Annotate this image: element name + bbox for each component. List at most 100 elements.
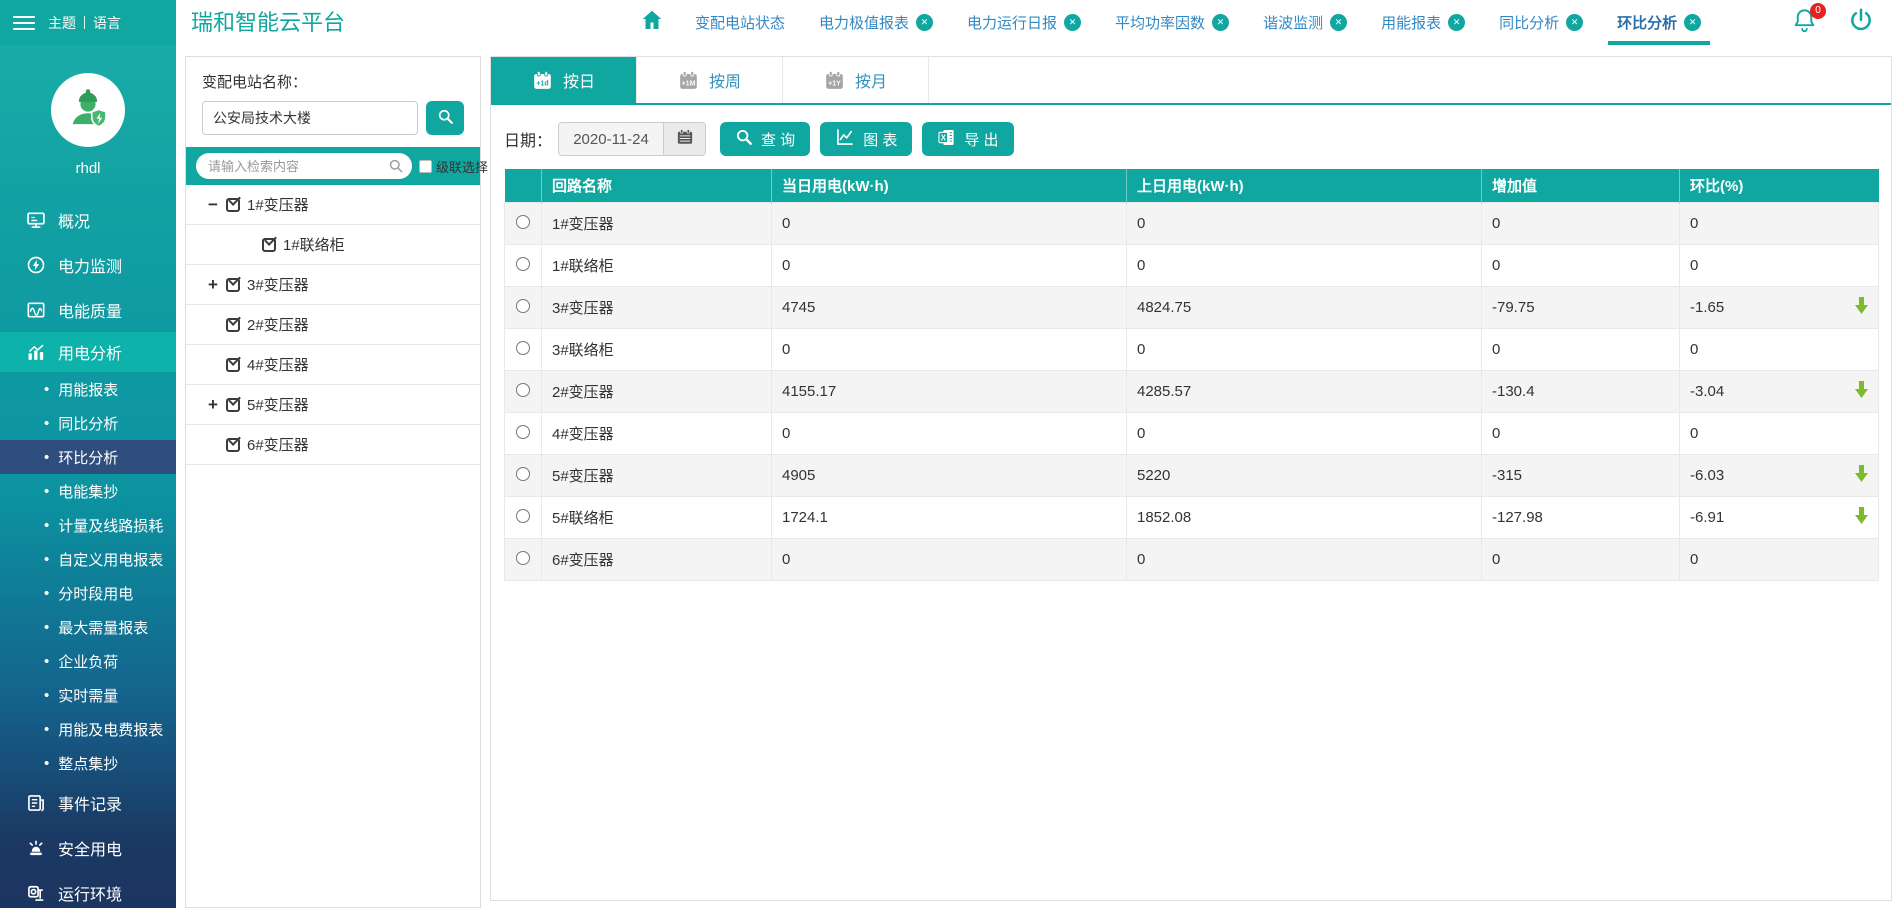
sidebar-item-安全用电[interactable]: 安全用电	[0, 825, 176, 870]
row-select-cell	[505, 497, 542, 539]
sidebar-subitem-电能集抄[interactable]: 电能集抄	[0, 474, 176, 508]
checked-checkbox-icon[interactable]	[226, 278, 240, 292]
hamburger-menu-icon[interactable]	[13, 16, 35, 30]
table-row[interactable]: 6#变压器0000	[505, 539, 1879, 581]
checked-checkbox-icon[interactable]	[262, 238, 276, 252]
table-row[interactable]: 1#联络柜0000	[505, 245, 1879, 287]
checked-checkbox-icon[interactable]	[226, 438, 240, 452]
sidebar-subitem-用能及电费报表[interactable]: 用能及电费报表	[0, 712, 176, 746]
sidebar-item-电能质量[interactable]: 电能质量	[0, 287, 176, 332]
sidebar-subitem-实时需量[interactable]: 实时需量	[0, 678, 176, 712]
station-name-input[interactable]	[202, 101, 418, 135]
tree-node-5#变压器[interactable]: +5#变压器	[186, 385, 480, 425]
sidebar-item-事件记录[interactable]: 事件记录	[0, 780, 176, 825]
close-icon[interactable]: ✕	[1566, 14, 1583, 31]
tree-node-4#变压器[interactable]: 4#变压器	[186, 345, 480, 385]
nav-tab-电力极值报表[interactable]: 电力极值报表 ✕	[802, 0, 950, 45]
sidebar-subitem-用能报表[interactable]: 用能报表	[0, 372, 176, 406]
close-icon[interactable]: ✕	[1448, 14, 1465, 31]
checked-checkbox-icon[interactable]	[226, 318, 240, 332]
notifications-button[interactable]: 0	[1791, 7, 1818, 39]
circuit-name: 1#联络柜	[542, 245, 772, 287]
tree-node-1#联络柜[interactable]: 1#联络柜	[186, 225, 480, 265]
table-row[interactable]: 5#变压器49055220-315-6.03	[505, 455, 1879, 497]
nav-tab-电力运行日报[interactable]: 电力运行日报✕	[950, 0, 1098, 45]
table-row[interactable]: 1#变压器0000	[505, 203, 1879, 245]
tree-node-2#变压器[interactable]: 2#变压器	[186, 305, 480, 345]
column-header: 增加值	[1482, 169, 1680, 203]
sidebar-subitem-环比分析[interactable]: 环比分析	[0, 440, 176, 474]
tree-search-input[interactable]	[196, 153, 412, 179]
nav-tab-平均功率因数[interactable]: 平均功率因数✕	[1098, 0, 1246, 45]
sidebar-subitem-最大需量报表[interactable]: 最大需量报表	[0, 610, 176, 644]
tab-按日[interactable]: +1d按日	[491, 57, 637, 103]
date-value[interactable]: 2020-11-24	[559, 123, 663, 155]
tree-node-1#变压器[interactable]: −1#变压器	[186, 185, 480, 225]
table-row[interactable]: 2#变压器4155.174285.57-130.4-3.04	[505, 371, 1879, 413]
row-radio[interactable]	[516, 509, 530, 523]
calendar-button[interactable]	[663, 123, 705, 155]
app-title: 瑞和智能云平台	[191, 0, 491, 45]
table-row[interactable]: 3#变压器47454824.75-79.75-1.65	[505, 287, 1879, 329]
nav-tab-同比分析[interactable]: 同比分析✕	[1482, 0, 1600, 45]
power-monitoring-icon	[26, 255, 46, 275]
row-radio[interactable]	[516, 341, 530, 355]
close-icon[interactable]: ✕	[1212, 14, 1229, 31]
nav-tab-环比分析[interactable]: 环比分析✕	[1600, 0, 1718, 45]
sidebar-item-概况[interactable]: 概况	[0, 197, 176, 242]
sidebar-subitem-计量及线路损耗[interactable]: 计量及线路损耗	[0, 508, 176, 542]
sidebar-subitem-自定义用电报表[interactable]: 自定义用电报表	[0, 542, 176, 576]
sidebar-subitem-分时段用电[interactable]: 分时段用电	[0, 576, 176, 610]
expand-icon[interactable]: +	[208, 275, 226, 295]
sidebar-subitem-整点集抄[interactable]: 整点集抄	[0, 746, 176, 780]
close-icon[interactable]: ✕	[1064, 14, 1081, 31]
checked-checkbox-icon[interactable]	[226, 198, 240, 212]
table-row[interactable]: 4#变压器0000	[505, 413, 1879, 455]
close-icon[interactable]: ✕	[1330, 14, 1347, 31]
table-row[interactable]: 3#联络柜0000	[505, 329, 1879, 371]
sidebar-item-用电分析[interactable]: 用电分析	[0, 332, 176, 372]
query-button[interactable]: 查 询	[720, 122, 810, 156]
sidebar-subitem-同比分析[interactable]: 同比分析	[0, 406, 176, 440]
logout-button[interactable]	[1848, 7, 1874, 38]
nav-tab-谐波监测[interactable]: 谐波监测✕	[1246, 0, 1364, 45]
tab-按周[interactable]: +1M按周	[637, 57, 783, 103]
tree-node-6#变压器[interactable]: 6#变压器	[186, 425, 480, 465]
nav-tab-用能报表[interactable]: 用能报表✕	[1364, 0, 1482, 45]
checked-checkbox-icon[interactable]	[226, 358, 240, 372]
tree-node-3#变压器[interactable]: +3#变压器	[186, 265, 480, 305]
checked-checkbox-icon[interactable]	[226, 398, 240, 412]
station-search-button[interactable]	[426, 101, 464, 135]
increase-value: 0	[1482, 203, 1680, 245]
export-button[interactable]: X 导 出	[922, 122, 1013, 156]
row-radio[interactable]	[516, 383, 530, 397]
row-radio[interactable]	[516, 215, 530, 229]
expand-icon[interactable]: +	[208, 395, 226, 415]
tree-node-label: 2#变压器	[247, 314, 309, 335]
sidebar-item-电力监测[interactable]: 电力监测	[0, 242, 176, 287]
tab-按月[interactable]: +1Y按月	[783, 57, 929, 103]
trend-down-icon	[1855, 381, 1868, 402]
sidebar-subitem-企业负荷[interactable]: 企业负荷	[0, 644, 176, 678]
today-usage: 0	[772, 245, 1127, 287]
theme-switcher[interactable]: 主题	[48, 13, 76, 33]
table-row[interactable]: 5#联络柜1724.11852.08-127.98-6.91	[505, 497, 1879, 539]
yesterday-usage: 0	[1127, 539, 1482, 581]
increase-value: -79.75	[1482, 287, 1680, 329]
sidebar-item-运行环境[interactable]: 运行环境	[0, 870, 176, 908]
nav-tab-变配电站状态[interactable]: 变配电站状态	[678, 0, 802, 45]
cascade-select-checkbox[interactable]: 级联选择	[419, 157, 488, 176]
close-icon[interactable]: ✕	[916, 14, 933, 31]
row-radio[interactable]	[516, 299, 530, 313]
nav-tab-label: 电力极值报表	[819, 12, 909, 33]
row-radio[interactable]	[516, 467, 530, 481]
chart-button[interactable]: 图 表	[820, 122, 912, 156]
home-button[interactable]	[626, 0, 678, 45]
row-radio[interactable]	[516, 257, 530, 271]
close-icon[interactable]: ✕	[1684, 14, 1701, 31]
language-switcher[interactable]: 语言	[93, 13, 121, 33]
row-radio[interactable]	[516, 551, 530, 565]
ratio-value: -1.65	[1680, 287, 1879, 329]
row-radio[interactable]	[516, 425, 530, 439]
collapse-icon[interactable]: −	[208, 195, 226, 215]
